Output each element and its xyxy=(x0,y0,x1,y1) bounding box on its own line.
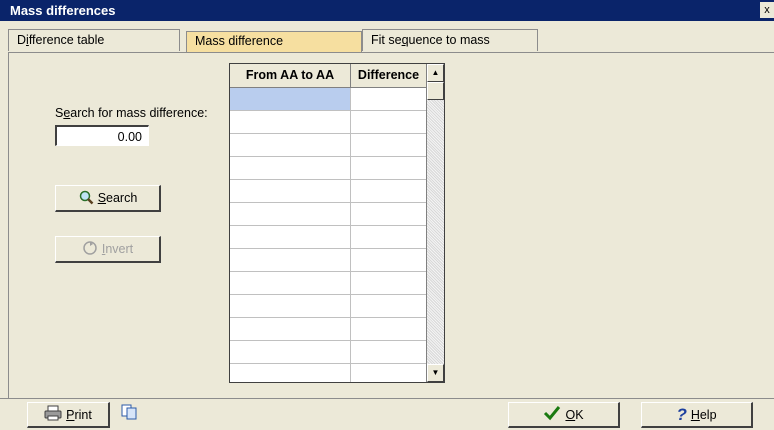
magnifier-icon xyxy=(78,189,94,208)
table-cell-difference[interactable] xyxy=(351,341,427,364)
tab-divider xyxy=(8,52,774,53)
table-cell-difference[interactable] xyxy=(351,318,427,341)
close-button[interactable]: x xyxy=(760,2,774,18)
ok-button[interactable]: OK xyxy=(508,402,620,428)
tab-fit-sequence-to-mass[interactable]: Fit sequence to mass xyxy=(362,29,538,51)
table-cell-difference[interactable] xyxy=(351,249,427,272)
table-cell-from-aa[interactable] xyxy=(230,295,351,318)
question-icon: ? xyxy=(676,404,687,424)
tab-label: Fit sequence to mass xyxy=(371,33,490,47)
table-cell-from-aa[interactable] xyxy=(230,318,351,341)
column-header-difference[interactable]: Difference xyxy=(351,64,427,88)
table-cell-from-aa[interactable] xyxy=(230,226,351,249)
table-cell-from-aa[interactable] xyxy=(230,203,351,226)
table-cell-from-aa[interactable] xyxy=(230,341,351,364)
print-button[interactable]: Print xyxy=(27,402,110,428)
help-button[interactable]: ? Help xyxy=(641,402,753,428)
table-cell-difference[interactable] xyxy=(351,157,427,180)
scroll-down-button[interactable]: ▼ xyxy=(427,364,444,382)
table-cell-from-aa[interactable] xyxy=(230,180,351,203)
tab-label: Difference table xyxy=(17,33,105,47)
table-cell-difference[interactable] xyxy=(351,364,427,382)
table-cell-from-aa[interactable] xyxy=(230,134,351,157)
panel-border xyxy=(8,52,9,398)
table-cell-from-aa[interactable] xyxy=(230,249,351,272)
printer-icon xyxy=(44,405,62,424)
table-cell-difference[interactable] xyxy=(351,88,427,111)
tab-label: Mass difference xyxy=(195,34,284,48)
copy-icon[interactable] xyxy=(121,404,137,420)
table-cell-difference[interactable] xyxy=(351,111,427,134)
tab-difference-table[interactable]: Difference table xyxy=(8,29,180,51)
table-cell-from-aa[interactable] xyxy=(230,272,351,295)
search-button[interactable]: Search xyxy=(55,185,161,212)
table-cell-from-aa[interactable] xyxy=(230,88,351,111)
table-cell-difference[interactable] xyxy=(351,295,427,318)
invert-button[interactable]: Invert xyxy=(55,236,161,263)
scroll-up-button[interactable]: ▲ xyxy=(427,64,444,82)
window-title: Mass differences xyxy=(10,3,116,18)
vertical-scrollbar[interactable]: ▲ ▼ xyxy=(426,64,444,382)
table-cell-difference[interactable] xyxy=(351,203,427,226)
checkmark-icon xyxy=(543,405,561,424)
table-cell-difference[interactable] xyxy=(351,180,427,203)
table-cell-difference[interactable] xyxy=(351,272,427,295)
scroll-thumb[interactable] xyxy=(427,82,444,100)
mass-difference-input[interactable]: 0.00 xyxy=(55,125,149,146)
table-cell-from-aa[interactable] xyxy=(230,111,351,134)
tab-strip: Difference table Mass difference Fit seq… xyxy=(0,21,774,52)
column-header-from-aa[interactable]: From AA to AA xyxy=(230,64,351,88)
invert-icon xyxy=(82,240,98,259)
table-cell-difference[interactable] xyxy=(351,226,427,249)
search-label: Search for mass difference: xyxy=(55,106,208,120)
title-bar: Mass differences x xyxy=(0,0,774,21)
table-cell-from-aa[interactable] xyxy=(230,364,351,382)
table-cell-difference[interactable] xyxy=(351,134,427,157)
tab-mass-difference[interactable]: Mass difference xyxy=(186,31,362,52)
table-cell-from-aa[interactable] xyxy=(230,157,351,180)
mass-difference-table[interactable]: From AA to AA Difference ▲ ▼ xyxy=(229,63,445,383)
